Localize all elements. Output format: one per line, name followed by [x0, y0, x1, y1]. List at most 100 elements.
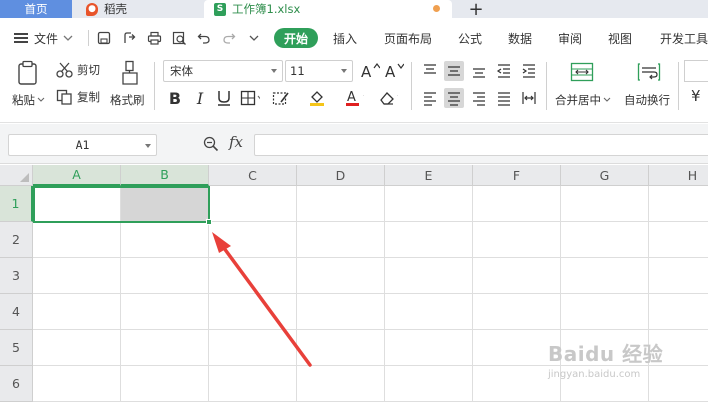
- print-preview-icon[interactable]: [171, 30, 187, 46]
- export-icon[interactable]: [121, 30, 137, 46]
- cell-g3[interactable]: [561, 258, 649, 294]
- italic-icon[interactable]: I: [190, 88, 210, 108]
- align-middle-icon[interactable]: [444, 61, 464, 81]
- cell-b1[interactable]: [121, 186, 209, 222]
- cell-c3[interactable]: [209, 258, 297, 294]
- cell-b3[interactable]: [121, 258, 209, 294]
- cell-d4[interactable]: [297, 294, 385, 330]
- font-size-select[interactable]: 11: [285, 60, 353, 82]
- column-header-a[interactable]: A: [33, 165, 121, 186]
- increase-font-size-icon[interactable]: A: [360, 61, 380, 81]
- cell-g2[interactable]: [561, 222, 649, 258]
- decrease-font-size-icon[interactable]: A: [384, 61, 404, 81]
- cell-a5[interactable]: [33, 330, 121, 366]
- format-painter-icon[interactable]: [120, 60, 140, 86]
- cell-e6[interactable]: [385, 366, 473, 402]
- cell-h3[interactable]: [649, 258, 708, 294]
- increase-indent-icon[interactable]: [519, 61, 539, 81]
- menu-tab-review[interactable]: 审阅: [558, 24, 582, 52]
- cell-a6[interactable]: [33, 366, 121, 402]
- copy-button[interactable]: 复制: [56, 89, 100, 105]
- menu-tab-start[interactable]: 开始: [274, 28, 318, 48]
- currency-icon[interactable]: ¥: [691, 87, 701, 105]
- cell-c4[interactable]: [209, 294, 297, 330]
- column-header-f[interactable]: F: [473, 165, 561, 186]
- menu-tab-data[interactable]: 数据: [508, 24, 532, 52]
- cell-a4[interactable]: [33, 294, 121, 330]
- cell-b6[interactable]: [121, 366, 209, 402]
- bold-icon[interactable]: B: [165, 88, 185, 108]
- menu-tab-formulas[interactable]: 公式: [458, 24, 482, 52]
- cell-e5[interactable]: [385, 330, 473, 366]
- wrap-text-button[interactable]: 自动换行: [624, 92, 670, 108]
- row-header-2[interactable]: 2: [0, 222, 33, 258]
- cell-e2[interactable]: [385, 222, 473, 258]
- menu-tab-page-layout[interactable]: 页面布局: [384, 24, 432, 52]
- cell-g1[interactable]: [561, 186, 649, 222]
- column-header-c[interactable]: C: [209, 165, 297, 186]
- underline-icon[interactable]: [214, 88, 234, 108]
- print-icon[interactable]: [146, 30, 162, 46]
- paste-button[interactable]: 粘贴: [12, 92, 45, 108]
- font-name-select[interactable]: 宋体: [163, 60, 283, 82]
- row-header-3[interactable]: 3: [0, 258, 33, 294]
- cell-d6[interactable]: [297, 366, 385, 402]
- zoom-magnifier-icon[interactable]: [203, 136, 219, 155]
- borders-icon[interactable]: [240, 88, 260, 108]
- align-right-icon[interactable]: [469, 88, 489, 108]
- column-header-h[interactable]: H: [649, 165, 708, 186]
- row-header-1[interactable]: 1: [0, 186, 33, 222]
- cell-c6[interactable]: [209, 366, 297, 402]
- cell-e4[interactable]: [385, 294, 473, 330]
- column-header-e[interactable]: E: [385, 165, 473, 186]
- file-menu[interactable]: 文件: [14, 24, 73, 52]
- cell-c5[interactable]: [209, 330, 297, 366]
- font-color-icon[interactable]: A: [344, 88, 364, 108]
- justify-icon[interactable]: [494, 88, 514, 108]
- cell-b2[interactable]: [121, 222, 209, 258]
- cell-f2[interactable]: [473, 222, 561, 258]
- insert-function-button[interactable]: fx: [229, 133, 243, 151]
- clear-format-icon[interactable]: [378, 88, 398, 108]
- cell-style-icon[interactable]: [272, 88, 292, 108]
- column-header-d[interactable]: D: [297, 165, 385, 186]
- cell-h2[interactable]: [649, 222, 708, 258]
- cell-d3[interactable]: [297, 258, 385, 294]
- cell-e3[interactable]: [385, 258, 473, 294]
- name-box[interactable]: A1: [8, 134, 157, 156]
- cell-g4[interactable]: [561, 294, 649, 330]
- align-left-icon[interactable]: [420, 88, 440, 108]
- fill-handle[interactable]: [206, 219, 212, 225]
- cell-f1[interactable]: [473, 186, 561, 222]
- cell-f3[interactable]: [473, 258, 561, 294]
- distributed-align-icon[interactable]: [519, 88, 539, 108]
- merge-center-icon[interactable]: [570, 62, 594, 82]
- formula-input[interactable]: [254, 134, 708, 156]
- cell-h1[interactable]: [649, 186, 708, 222]
- align-bottom-icon[interactable]: [469, 61, 489, 81]
- cell-h4[interactable]: [649, 294, 708, 330]
- save-icon[interactable]: [96, 30, 112, 46]
- cell-b4[interactable]: [121, 294, 209, 330]
- column-header-g[interactable]: G: [561, 165, 649, 186]
- align-top-icon[interactable]: [420, 61, 440, 81]
- cell-d5[interactable]: [297, 330, 385, 366]
- quick-access-dropdown-icon[interactable]: [246, 30, 262, 46]
- row-header-5[interactable]: 5: [0, 330, 33, 366]
- row-header-6[interactable]: 6: [0, 366, 33, 402]
- fill-color-icon[interactable]: [308, 88, 328, 108]
- cell-c2[interactable]: [209, 222, 297, 258]
- cell-e1[interactable]: [385, 186, 473, 222]
- cell-a1[interactable]: [33, 186, 121, 222]
- tab-workbook[interactable]: S 工作簿1.xlsx: [204, 0, 452, 18]
- paste-icon[interactable]: [16, 60, 40, 86]
- row-header-4[interactable]: 4: [0, 294, 33, 330]
- undo-icon[interactable]: [196, 30, 212, 46]
- cell-a2[interactable]: [33, 222, 121, 258]
- menu-tab-insert[interactable]: 插入: [333, 24, 357, 52]
- cell-a3[interactable]: [33, 258, 121, 294]
- new-tab-button[interactable]: +: [462, 0, 490, 20]
- menu-tab-view[interactable]: 视图: [608, 24, 632, 52]
- cell-c1[interactable]: [209, 186, 297, 222]
- merge-center-button[interactable]: 合并居中: [555, 92, 611, 108]
